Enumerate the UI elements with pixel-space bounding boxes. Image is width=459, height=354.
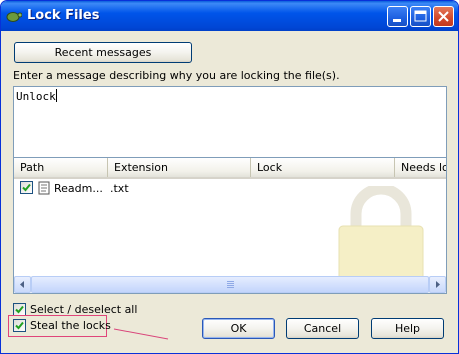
row-checkbox[interactable]: [20, 181, 33, 194]
column-needs-lock[interactable]: Needs loc: [395, 158, 446, 177]
lock-watermark-icon: [338, 186, 424, 281]
column-extension[interactable]: Extension: [108, 158, 251, 177]
maximize-button[interactable]: [410, 6, 431, 27]
close-button[interactable]: [433, 6, 454, 27]
cancel-button[interactable]: Cancel: [286, 318, 359, 339]
message-value: Unlock: [16, 90, 56, 103]
ok-button[interactable]: OK: [202, 318, 275, 339]
document-icon: [38, 181, 50, 195]
title-bar[interactable]: Lock Files: [1, 1, 458, 31]
table-row[interactable]: Readm... .txt: [14, 180, 446, 198]
steal-locks-label: Steal the locks: [30, 319, 111, 332]
tortoise-icon: [6, 12, 22, 22]
minimize-button[interactable]: [387, 6, 408, 27]
scroll-left-button[interactable]: [14, 276, 31, 293]
checkmark-icon: [22, 183, 31, 192]
scrollbar-thumb[interactable]: [31, 276, 429, 293]
window-title: Lock Files: [27, 8, 100, 23]
cell-extension: .txt: [110, 182, 129, 195]
recent-messages-button[interactable]: Recent messages: [14, 42, 192, 63]
file-list-header: Path Extension Lock Needs loc: [14, 158, 446, 179]
dialog-body: Recent messages Enter a message describi…: [4, 31, 455, 352]
file-list[interactable]: Path Extension Lock Needs loc Readm... .…: [13, 157, 447, 294]
minimize-icon: [393, 19, 401, 22]
arrow-left-icon: [20, 281, 24, 288]
text-caret: [55, 89, 57, 102]
steal-locks-box[interactable]: [13, 319, 26, 332]
scroll-right-button[interactable]: [429, 276, 446, 293]
lock-files-dialog: Lock Files Recent messages Enter a messa…: [0, 0, 459, 354]
horizontal-scrollbar[interactable]: [14, 276, 446, 293]
checkmark-icon: [15, 305, 24, 314]
column-lock[interactable]: Lock: [251, 158, 395, 177]
help-button[interactable]: Help: [371, 318, 444, 339]
cell-path: Readm...: [54, 182, 103, 195]
maximize-icon: [414, 10, 427, 22]
close-icon: [438, 11, 449, 22]
steal-locks-checkbox[interactable]: Steal the locks: [13, 319, 111, 333]
checkmark-icon: [15, 321, 24, 330]
column-path[interactable]: Path: [14, 158, 108, 177]
arrow-right-icon: [436, 281, 440, 288]
annotation-line: [113, 328, 169, 340]
message-prompt: Enter a message describing why you are l…: [13, 69, 340, 82]
